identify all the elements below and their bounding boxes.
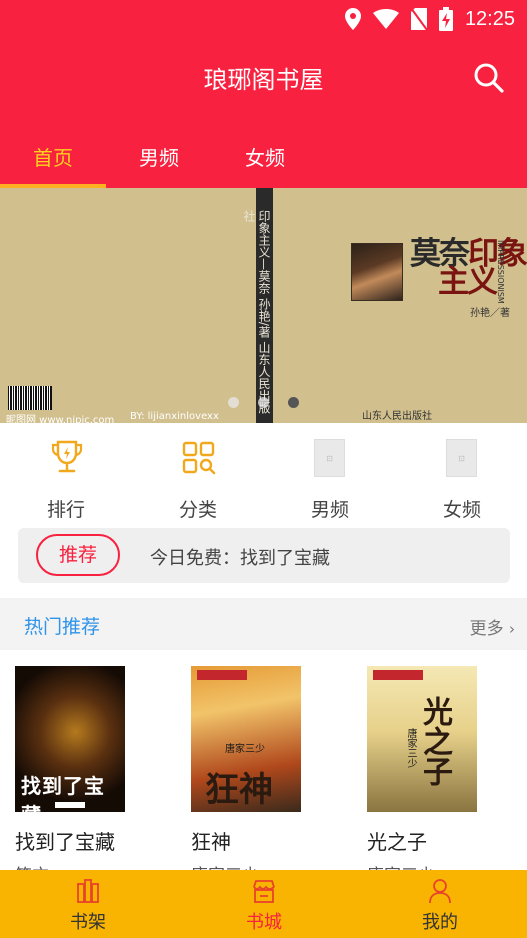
nav-label: 书城 [246,912,282,933]
watermark: 昵图网 www.nipic.com [6,415,115,423]
category-row: 排行 分类 ⊡ 男频 ⊡ 女频 [0,423,527,523]
cover-portrait-image [351,243,403,301]
category-ranking[interactable]: 排行 [0,435,132,521]
app-header: 12:25 琅琊阁书屋 首页 男频 女频 [0,0,527,188]
cover-title-line2: 主义 [438,264,498,300]
watermark-author: BY: lijianxinlovexx [130,411,219,422]
status-icons: 12:25 [344,6,515,32]
book-title[interactable]: 狂神 [191,826,331,855]
more-link[interactable]: 更多 › [470,614,515,639]
publisher-mark [373,670,423,680]
hot-section-header: 热门推荐 更多 › [0,598,527,650]
nav-label: 我的 [422,912,458,933]
category-label: 排行 [46,499,85,521]
cover-author: 唐家三少 [225,744,265,755]
wifi-icon [372,9,399,29]
cover-text: 光之子 [417,696,452,786]
more-label: 更多 [469,619,504,639]
recommend-badge: 推荐 [36,534,120,576]
category-classify[interactable]: 分类 [132,435,264,521]
category-grid-icon [182,441,216,475]
trophy-icon [51,440,83,473]
location-icon [344,8,361,30]
chevron-right-icon: › [509,620,515,638]
book-title[interactable]: 光之子 [367,826,507,855]
tab-male[interactable]: 男频 [106,142,212,171]
bottom-navigation: 书架 书城 我的 [0,870,527,938]
page-title: 琅琊阁书屋 [203,66,324,94]
no-sim-icon [410,8,427,30]
nav-label: 书架 [70,912,106,933]
book-cover[interactable]: 光之子 唐家三少 [367,666,477,812]
nav-bookshelf[interactable]: 书架 [0,870,176,938]
publisher-mark [55,802,85,808]
status-time: 12:25 [464,7,515,30]
category-label: 女频 [442,499,481,521]
user-icon [429,879,451,904]
book-list: 找到了宝藏 找到了宝藏 笑方 唐家三少 狂神 狂神 唐家三少 光之子 唐家三少 … [0,650,527,886]
book-cover[interactable]: 唐家三少 狂神 [191,666,301,812]
store-icon [253,880,275,903]
book-card[interactable]: 唐家三少 狂神 狂神 唐家三少 [191,666,331,886]
publisher-mark [197,670,247,680]
cover-publisher: 山东人民出版社 [362,411,432,422]
banner-carousel[interactable]: 印象主义—莫奈 孙艳/著 山东人民出版社 莫奈印象 主义 IMPRESSIONI… [0,188,527,423]
book-card[interactable]: 光之子 唐家三少 光之子 唐家三少 [367,666,507,886]
cover-title: 莫奈印象 主义 [410,239,527,300]
book-title[interactable]: 找到了宝藏 [15,826,155,855]
cover-vertical-text: IMPRESSIONISM [496,240,505,304]
app-screen: 12:25 琅琊阁书屋 首页 男频 女频 印象主义—莫奈 孙艳/著 山东人民出版… [0,0,527,938]
category-female[interactable]: ⊡ 女频 [396,435,527,521]
cover-author: 孙艳／著 [470,308,510,319]
carousel-dot-active[interactable] [288,397,299,408]
tab-home[interactable]: 首页 [0,142,106,171]
image-placeholder-icon: ⊡ [314,439,348,477]
image-placeholder-icon: ⊡ [446,439,480,477]
bookshelf-icon [77,879,99,903]
channel-tabs: 首页 男频 女频 [0,130,527,188]
section-title: 热门推荐 [24,616,101,638]
nav-store[interactable]: 书城 [176,870,352,938]
tab-female[interactable]: 女频 [212,142,318,171]
nav-profile[interactable]: 我的 [352,870,527,938]
status-bar: 12:25 [0,0,527,38]
cover-text: 狂神 [205,770,273,810]
carousel-dot[interactable] [258,397,269,408]
recommend-strip[interactable]: 推荐 今日免费：找到了宝藏 [18,528,510,583]
recommend-text[interactable]: 今日免费：找到了宝藏 [150,544,330,570]
search-button[interactable] [473,62,505,94]
category-label: 男频 [310,499,349,521]
cover-author: 唐家三少 [405,728,416,768]
battery-charging-icon [438,7,453,31]
carousel-dot[interactable] [228,397,239,408]
search-icon [474,63,504,93]
book-card[interactable]: 找到了宝藏 找到了宝藏 笑方 [15,666,155,886]
spine-text: 印象主义—莫奈 孙艳/著 山东人民出版社 [242,210,271,414]
book-cover[interactable]: 找到了宝藏 [15,666,125,812]
carousel-dots [0,397,527,409]
category-male[interactable]: ⊡ 男频 [264,435,396,521]
category-label: 分类 [178,499,217,521]
